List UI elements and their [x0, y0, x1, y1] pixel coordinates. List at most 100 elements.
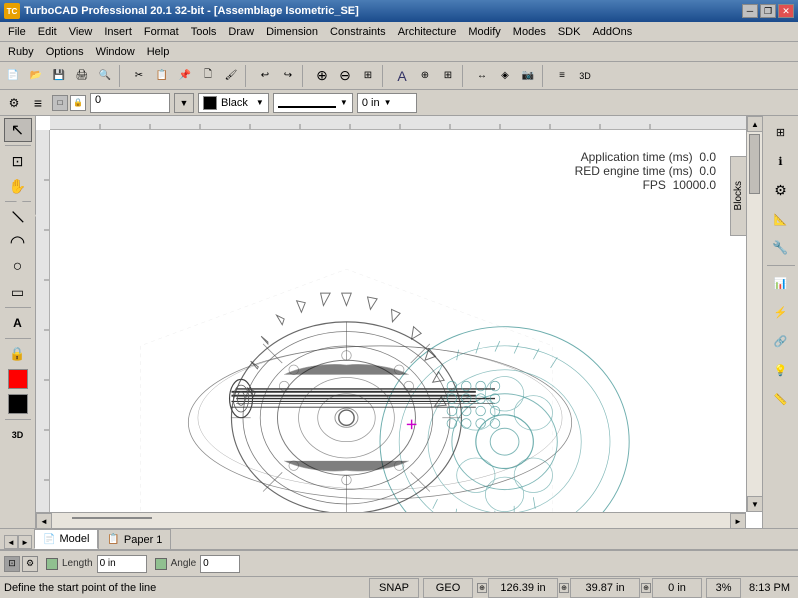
new-button[interactable]: 📄: [2, 65, 24, 87]
scroll-left-button[interactable]: ◄: [36, 513, 52, 528]
linewidth-dropdown-arrow: ▼: [384, 98, 392, 107]
render-button[interactable]: ◈: [494, 65, 516, 87]
scroll-right-button[interactable]: ►: [730, 513, 746, 528]
cad-canvas[interactable]: Application time (ms) 0.0 RED engine tim…: [50, 130, 746, 512]
black-box-button[interactable]: [8, 394, 28, 414]
hscroll-track[interactable]: [52, 513, 730, 528]
hscroll-thumb[interactable]: [72, 517, 152, 519]
cut-button[interactable]: ✂: [128, 65, 150, 87]
copy-button[interactable]: 📋: [151, 65, 173, 87]
titlebar-left: TC TurboCAD Professional 20.1 32-bit - […: [4, 3, 359, 19]
left-toolbar-sep-5: [5, 419, 31, 420]
right-prop3-button[interactable]: 🔧: [767, 234, 795, 262]
angle-input[interactable]: [200, 555, 240, 573]
settings-icon[interactable]: ⚙: [4, 93, 24, 113]
redo-button[interactable]: ↪: [277, 65, 299, 87]
linetype-dropdown[interactable]: ▼: [273, 93, 353, 113]
menu-draw[interactable]: Draw: [222, 22, 260, 41]
text-style-button[interactable]: A: [391, 65, 413, 87]
tab-paper1[interactable]: 📋 Paper 1: [98, 529, 171, 549]
menu-sdk[interactable]: SDK: [552, 22, 587, 41]
menu-addons[interactable]: AddOns: [586, 22, 638, 41]
camera-button[interactable]: 📷: [517, 65, 539, 87]
circle-tool-button[interactable]: ○: [4, 255, 32, 279]
inspector-button[interactable]: ℹ: [767, 147, 795, 175]
rectangle-tool-button[interactable]: ▭: [4, 280, 32, 304]
length-input[interactable]: [97, 555, 147, 573]
menu-format[interactable]: Format: [138, 22, 185, 41]
menu-edit[interactable]: Edit: [32, 22, 63, 41]
3d-tool-button[interactable]: 3D: [4, 423, 32, 447]
prop-brush-button[interactable]: 🖌: [220, 65, 242, 87]
menu-dimension[interactable]: Dimension: [260, 22, 324, 41]
tab-scroll-left[interactable]: ◄: [4, 535, 18, 549]
open-button[interactable]: 📂: [25, 65, 47, 87]
vertical-scrollbar[interactable]: ▲ ▼: [746, 116, 762, 512]
block-manager-button[interactable]: ⊞: [767, 118, 795, 146]
zoom-out-button[interactable]: ⊖: [334, 65, 356, 87]
blocks-panel-tab[interactable]: Blocks: [730, 156, 746, 236]
scroll-down-button[interactable]: ▼: [747, 496, 762, 512]
menu-ruby[interactable]: Ruby: [2, 42, 40, 61]
right-prop2-button[interactable]: 📐: [767, 205, 795, 233]
paste-special-button[interactable]: 🗋: [197, 65, 219, 87]
vscroll-thumb[interactable]: [749, 134, 760, 194]
right-prop4-button[interactable]: 📊: [767, 269, 795, 297]
menu-window[interactable]: Window: [90, 42, 141, 61]
restore-button[interactable]: ❐: [760, 4, 776, 18]
layer-button[interactable]: ≡: [551, 65, 573, 87]
scroll-up-button[interactable]: ▲: [747, 116, 762, 132]
right-prop7-button[interactable]: 💡: [767, 356, 795, 384]
dim-button[interactable]: ↔: [471, 65, 493, 87]
color-dropdown[interactable]: Black ▼: [198, 93, 269, 113]
linewidth-dropdown[interactable]: 0 in ▼: [357, 93, 417, 113]
zoom-all-button[interactable]: ⊞: [357, 65, 379, 87]
menu-architecture[interactable]: Architecture: [392, 22, 463, 41]
x-icon: ⊕: [477, 583, 487, 593]
canvas-wrapper[interactable]: Application time (ms) 0.0 RED engine tim…: [36, 116, 762, 528]
menu-insert[interactable]: Insert: [98, 22, 138, 41]
preview-button[interactable]: 🔍: [94, 65, 116, 87]
horizontal-scrollbar[interactable]: ◄ ►: [36, 512, 746, 528]
geo-status[interactable]: GEO: [423, 578, 473, 598]
menu-modes[interactable]: Modes: [507, 22, 552, 41]
menu-modify[interactable]: Modify: [462, 22, 506, 41]
menu-options[interactable]: Options: [40, 42, 90, 61]
layer-icon[interactable]: ≡: [28, 93, 48, 113]
save-button[interactable]: 💾: [48, 65, 70, 87]
right-prop5-button[interactable]: ⚡: [767, 298, 795, 326]
paste-button[interactable]: 📌: [174, 65, 196, 87]
layer-input[interactable]: 0: [90, 93, 170, 113]
layer-dropdown-arrow[interactable]: ▼: [174, 93, 194, 113]
menu-file[interactable]: File: [2, 22, 32, 41]
y-icon: ⊕: [559, 583, 569, 593]
zoom-in-button[interactable]: ⊕: [311, 65, 333, 87]
menu-constraints[interactable]: Constraints: [324, 22, 392, 41]
text-tool-button[interactable]: A: [4, 311, 32, 335]
minimize-button[interactable]: ─: [742, 4, 758, 18]
pan-button[interactable]: ✋: [4, 174, 32, 198]
lock-button[interactable]: 🔒: [4, 342, 32, 366]
right-prop6-button[interactable]: 🔗: [767, 327, 795, 355]
left-toolbar-sep-1: [5, 145, 31, 146]
vscroll-track[interactable]: [747, 132, 762, 496]
select-tool-button[interactable]: ↖: [4, 118, 32, 142]
right-prop1-button[interactable]: ⚙: [767, 176, 795, 204]
undo-button[interactable]: ↩: [254, 65, 276, 87]
right-toolbar: ⊞ ℹ ⚙ 📐 🔧 📊 ⚡ 🔗 💡 📏: [762, 116, 798, 528]
3d-button[interactable]: 3D: [574, 65, 596, 87]
tab-scroll-right[interactable]: ►: [18, 535, 32, 549]
coord-settings-icon: ⚙: [22, 556, 38, 572]
snap-button[interactable]: ⊕: [414, 65, 436, 87]
right-prop8-button[interactable]: 📏: [767, 385, 795, 413]
menu-view[interactable]: View: [63, 22, 99, 41]
grid-button[interactable]: ⊞: [437, 65, 459, 87]
close-button[interactable]: ✕: [778, 4, 794, 18]
menu-help[interactable]: Help: [141, 42, 176, 61]
tab-model[interactable]: 📄 Model: [34, 529, 98, 549]
snap-status[interactable]: SNAP: [369, 578, 419, 598]
zoom-window-button[interactable]: ⊡: [4, 149, 32, 173]
color-box-button[interactable]: [8, 369, 28, 389]
print-button[interactable]: 🖨: [71, 65, 93, 87]
menu-tools[interactable]: Tools: [185, 22, 223, 41]
